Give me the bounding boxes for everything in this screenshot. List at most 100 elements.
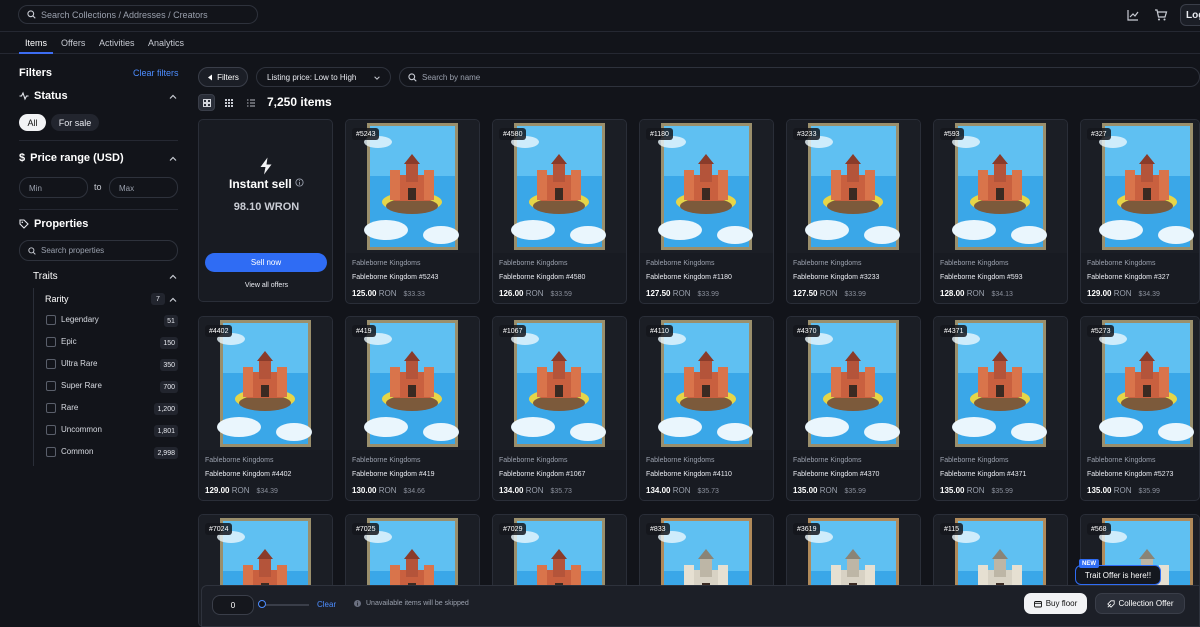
price-usd: $34.13 xyxy=(991,291,1013,298)
sweep-quantity-input[interactable]: 0 xyxy=(212,595,254,615)
price-usd: $35.73 xyxy=(550,488,572,495)
token-id-badge: #5243 xyxy=(352,128,380,140)
price-currency: RON xyxy=(819,486,838,495)
nft-card[interactable]: #4371 Fableborne Kingdoms Fableborne Kingd… xyxy=(933,316,1068,501)
trait-row[interactable]: Super Rare 700 xyxy=(46,380,178,394)
trait-checkbox[interactable] xyxy=(46,381,56,391)
price-max-input[interactable]: Max xyxy=(109,177,178,198)
nft-price: 135.00 RON $35.99 xyxy=(793,486,866,495)
view-large-grid-button[interactable] xyxy=(198,94,215,111)
sort-select[interactable]: Listing price: Low to High xyxy=(256,67,391,87)
chart-icon[interactable] xyxy=(1126,8,1140,22)
trait-row[interactable]: Common 2,998 xyxy=(46,446,178,460)
trait-checkbox[interactable] xyxy=(46,425,56,435)
properties-search[interactable]: Search properties xyxy=(19,240,178,261)
nft-card[interactable]: #327 Fableborne Kingdoms Fableborne Kingdo… xyxy=(1080,119,1200,304)
nft-card[interactable]: #1067 Fableborne Kingdoms Fableborne Kingd… xyxy=(492,316,627,501)
collection-name: Fableborne Kingdoms xyxy=(940,260,1009,267)
collection-name: Fableborne Kingdoms xyxy=(793,457,862,464)
price-usd: $34.39 xyxy=(256,488,278,495)
top-bar: Log xyxy=(0,0,1200,32)
login-button[interactable]: Log xyxy=(1180,4,1200,26)
trait-name: Epic xyxy=(61,337,77,346)
global-search-input[interactable] xyxy=(41,9,241,20)
nft-card[interactable]: #1180 Fableborne Kingdoms Fableborne Kingd… xyxy=(639,119,774,304)
trait-checkbox[interactable] xyxy=(46,337,56,347)
token-id-badge: #3619 xyxy=(793,523,821,535)
trait-row[interactable]: Rare 1,200 xyxy=(46,402,178,416)
tab-activities[interactable]: Activities xyxy=(99,38,135,48)
chevron-up-icon[interactable] xyxy=(168,295,178,305)
view-small-grid-button[interactable] xyxy=(220,94,237,111)
nft-card[interactable]: #419 Fableborne Kingdoms Fableborne Kingdo… xyxy=(345,316,480,501)
nft-card[interactable]: #3233 Fableborne Kingdoms Fableborne Kingd… xyxy=(786,119,921,304)
price-amount: 125.00 xyxy=(352,289,377,298)
token-id-badge: #833 xyxy=(646,523,670,535)
rarity-label[interactable]: Rarity xyxy=(45,294,69,304)
status-all-pill[interactable]: All xyxy=(19,114,46,131)
buy-floor-button[interactable]: Buy floor xyxy=(1024,593,1087,614)
sweep-slider-handle[interactable] xyxy=(258,600,266,608)
view-list-button[interactable] xyxy=(242,94,259,111)
nft-card[interactable]: #4370 Fableborne Kingdoms Fableborne Kingd… xyxy=(786,316,921,501)
nft-card[interactable]: #4580 Fableborne Kingdoms Fableborne Kingd… xyxy=(492,119,627,304)
search-icon xyxy=(28,246,36,255)
trait-row[interactable]: Ultra Rare 350 xyxy=(46,358,178,372)
trait-offer-banner[interactable]: Trait Offer is here!! xyxy=(1075,565,1161,585)
price-usd: $33.99 xyxy=(697,291,719,298)
price-to-label: to xyxy=(94,182,102,192)
status-title: Status xyxy=(34,90,68,102)
trait-row[interactable]: Uncommon 1,801 xyxy=(46,424,178,438)
collection-offer-label: Collection Offer xyxy=(1118,599,1174,608)
clear-sweep-button[interactable]: Clear xyxy=(317,600,336,609)
nft-name: Fableborne Kingdom #5273 xyxy=(1087,471,1174,478)
nft-card[interactable]: #5243 Fableborne Kingdoms Fableborne Kingd… xyxy=(345,119,480,304)
trait-checkbox[interactable] xyxy=(46,403,56,413)
toggle-filters-button[interactable]: Filters xyxy=(198,67,248,87)
nft-card[interactable]: #4402 Fableborne Kingdoms Fableborne Kingd… xyxy=(198,316,333,501)
price-usd: $35.99 xyxy=(1138,488,1160,495)
tab-offers[interactable]: Offers xyxy=(61,38,85,48)
price-amount: 135.00 xyxy=(940,486,965,495)
sweep-slider-track[interactable] xyxy=(262,604,309,606)
tree-line xyxy=(33,288,34,466)
chevron-up-icon[interactable] xyxy=(168,272,178,282)
token-id-badge: #327 xyxy=(1087,128,1111,140)
nft-card[interactable]: #4110 Fableborne Kingdoms Fableborne Kingd… xyxy=(639,316,774,501)
tab-items[interactable]: Items xyxy=(25,38,47,48)
chevron-up-icon[interactable] xyxy=(168,154,178,164)
trait-checkbox[interactable] xyxy=(46,359,56,369)
status-for-sale-pill[interactable]: For sale xyxy=(51,114,99,131)
view-all-offers-link[interactable]: View all offers xyxy=(199,282,334,289)
trait-checkbox[interactable] xyxy=(46,447,56,457)
token-id-badge: #4402 xyxy=(205,325,233,337)
price-section-header[interactable]: $ Price range (USD) xyxy=(19,152,124,164)
trait-row[interactable]: Epic 150 xyxy=(46,336,178,350)
trait-checkbox[interactable] xyxy=(46,315,56,325)
global-search[interactable] xyxy=(18,5,258,24)
properties-section-header[interactable]: Properties xyxy=(19,218,88,230)
nft-card[interactable]: #593 Fableborne Kingdoms Fableborne Kingdo… xyxy=(933,119,1068,304)
token-id-badge: #7024 xyxy=(205,523,233,535)
nft-name: Fableborne Kingdom #1067 xyxy=(499,471,586,478)
info-icon[interactable] xyxy=(295,178,304,187)
dollar-icon: $ xyxy=(19,152,26,164)
caret-left-icon xyxy=(208,74,213,80)
chevron-up-icon[interactable] xyxy=(168,92,178,102)
name-search[interactable]: Search by name xyxy=(399,67,1200,87)
collection-offer-button[interactable]: Collection Offer xyxy=(1095,593,1185,614)
price-currency: RON xyxy=(966,289,985,298)
instant-sell-title: Instant sell xyxy=(228,177,292,191)
collection-name: Fableborne Kingdoms xyxy=(205,457,274,464)
filters-title: Filters xyxy=(19,67,53,79)
clear-filters-link[interactable]: Clear filters xyxy=(133,68,179,78)
trait-name: Ultra Rare xyxy=(61,359,98,368)
nft-card[interactable]: #5273 Fableborne Kingdoms Fableborne Kingd… xyxy=(1080,316,1200,501)
tab-analytics[interactable]: Analytics xyxy=(148,38,184,48)
price-min-input[interactable]: Min xyxy=(19,177,88,198)
cart-icon[interactable] xyxy=(1154,8,1168,22)
sell-now-button[interactable]: Sell now xyxy=(205,253,327,272)
status-section-header[interactable]: Status xyxy=(19,90,68,102)
collection-name: Fableborne Kingdoms xyxy=(646,260,715,267)
trait-row[interactable]: Legendary 51 xyxy=(46,314,178,328)
